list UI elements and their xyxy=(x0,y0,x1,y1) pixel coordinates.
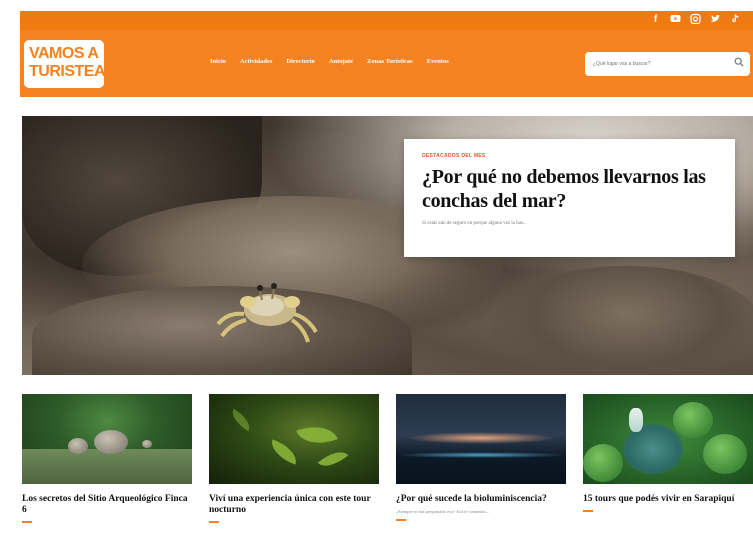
featured-excerpt: Si estás aún de seguro en porque alguna … xyxy=(422,221,527,226)
nav-item-inicio[interactable]: Inicio xyxy=(210,58,226,65)
article-card[interactable]: 15 tours que podés vivir en Sarapiquí xyxy=(583,394,753,540)
top-social-bar: f xyxy=(20,11,753,30)
instagram-icon[interactable] xyxy=(690,13,701,26)
featured-title[interactable]: ¿Por qué no debemos llevarnos las concha… xyxy=(422,165,717,213)
card-accent-bar xyxy=(22,521,32,523)
article-card[interactable]: ¿Por qué sucede la bioluminiscencia? ¿Si… xyxy=(396,394,566,540)
logo-line-1: VAMOS A xyxy=(29,45,99,62)
hero-image-sand-right xyxy=(492,266,753,375)
card-title[interactable]: Los secretos del Sitio Arqueológico Finc… xyxy=(22,494,192,516)
featured-kicker: DESTACADOS DEL MES xyxy=(422,153,486,159)
card-title[interactable]: Viví una experiencia única con este tour… xyxy=(209,494,379,516)
card-accent-bar xyxy=(583,510,593,512)
nav-item-directorio[interactable]: Directorio xyxy=(286,58,314,65)
card-thumbnail[interactable] xyxy=(209,394,379,484)
main-nav: Inicio Actividades Directorio Antojate Z… xyxy=(210,58,449,65)
logo-line-2: TURISTEAR xyxy=(29,63,117,80)
social-links: f xyxy=(650,13,741,26)
search-input[interactable] xyxy=(593,58,723,70)
card-thumbnail[interactable] xyxy=(396,394,566,484)
nav-item-actividades[interactable]: Actividades xyxy=(240,58,273,65)
tiktok-icon[interactable] xyxy=(730,13,741,26)
article-card[interactable]: Viví una experiencia única con este tour… xyxy=(209,394,379,540)
card-title[interactable]: 15 tours que podés vivir en Sarapiquí xyxy=(583,494,753,505)
featured-article-card[interactable]: DESTACADOS DEL MES ¿Por qué no debemos l… xyxy=(404,139,735,257)
search-box xyxy=(585,52,750,76)
hero-banner[interactable]: DESTACADOS DEL MES ¿Por qué no debemos l… xyxy=(22,116,753,375)
card-thumbnail[interactable] xyxy=(583,394,753,484)
nav-item-antojate[interactable]: Antojate xyxy=(329,58,353,65)
site-header: VAMOS A TURISTEAR Inicio Actividades Dir… xyxy=(20,30,753,97)
crab-image xyxy=(216,283,318,343)
card-thumbnail[interactable] xyxy=(22,394,192,484)
facebook-icon[interactable]: f xyxy=(650,13,661,26)
nav-item-zonas-turisticas[interactable]: Zonas Turísticas xyxy=(367,58,413,65)
card-excerpt: ¿Siempre te has preguntado eso? Acá te c… xyxy=(396,509,490,514)
card-accent-bar xyxy=(396,519,406,521)
search-icon[interactable] xyxy=(734,57,744,67)
article-cards: Los secretos del Sitio Arqueológico Finc… xyxy=(22,394,753,540)
youtube-icon[interactable] xyxy=(670,13,681,26)
twitter-icon[interactable] xyxy=(710,13,721,26)
nav-item-eventos[interactable]: Eventos xyxy=(427,58,449,65)
card-accent-bar xyxy=(209,521,219,523)
card-title[interactable]: ¿Por qué sucede la bioluminiscencia? xyxy=(396,494,566,505)
article-card[interactable]: Los secretos del Sitio Arqueológico Finc… xyxy=(22,394,192,540)
site-logo[interactable]: VAMOS A TURISTEAR xyxy=(24,40,117,88)
